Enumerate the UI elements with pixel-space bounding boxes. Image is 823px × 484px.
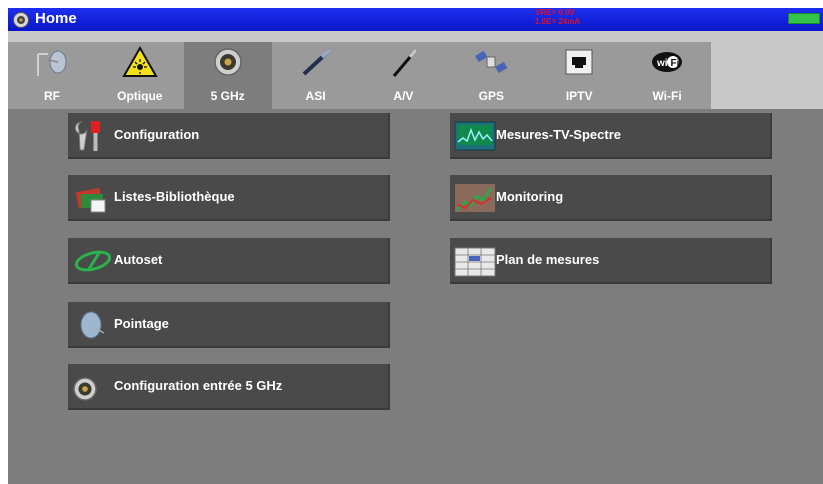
button-label: Listes-Bibliothèque (114, 189, 235, 204)
tab-label: A/V (393, 89, 414, 103)
ethernet-port-icon (565, 49, 593, 75)
autoset-icon (74, 250, 112, 272)
button-label: Plan de mesures (496, 252, 600, 267)
tab-av[interactable]: A/V (360, 42, 448, 109)
listes-bibliotheque-button[interactable]: Listes-Bibliothèque (68, 175, 390, 221)
wifi-logo-icon: wi Fi (652, 52, 683, 72)
tab-5ghz[interactable]: 5 GHz (183, 42, 272, 109)
mesures-tv-spectre-button[interactable]: Mesures-TV-Spectre (450, 113, 772, 159)
plan-de-mesures-button[interactable]: Plan de mesures (450, 238, 772, 284)
tab-label: GPS (478, 89, 504, 103)
status-line-2: 1.0E= 24mA (535, 17, 581, 26)
svg-text:Fi: Fi (671, 58, 680, 69)
svg-text:wi: wi (656, 58, 668, 69)
button-label: Monitoring (496, 189, 564, 204)
button-label: Mesures-TV-Spectre (496, 127, 621, 142)
button-label: Pointage (114, 316, 169, 331)
monitoring-button[interactable]: Monitoring (450, 175, 772, 221)
asi-cable-icon (302, 48, 331, 76)
dish-icon (80, 311, 105, 339)
tab-label: 5 GHz (210, 89, 245, 103)
status-line-1: VRE= 0.0V (535, 8, 575, 17)
configuration-entree-5ghz-button[interactable]: Configuration entrée 5 GHz (68, 364, 390, 410)
status-readout: VRE= 0.0V 1.0E= 24mA (535, 8, 580, 26)
button-label: Autoset (114, 252, 163, 267)
tab-wifi[interactable]: wi Fi Wi-Fi (623, 42, 711, 109)
home-connector-icon[interactable] (12, 11, 30, 28)
tab-label: Wi-Fi (652, 89, 682, 103)
tab-iptv[interactable]: IPTV (535, 42, 623, 109)
monitoring-graph-icon (455, 184, 495, 212)
title-bar: Home VRE= 0.0V 1.0E= 24mA (8, 8, 823, 31)
autoset-button[interactable]: Autoset (68, 238, 390, 284)
tab-label: Optique (117, 89, 163, 103)
battery-icon (788, 13, 820, 24)
tab-label: IPTV (565, 89, 593, 103)
n-connector-icon (214, 48, 242, 76)
button-label: Configuration entrée 5 GHz (114, 378, 283, 393)
tab-rf[interactable]: RF (8, 42, 96, 109)
device-screen: Home VRE= 0.0V 1.0E= 24mA RF Optique 5 G… (8, 8, 823, 484)
n-connector-icon (73, 377, 97, 401)
laser-warning-icon (122, 46, 158, 77)
button-label: Configuration (114, 127, 200, 142)
tab-optique[interactable]: Optique (96, 42, 184, 109)
av-cable-icon (392, 49, 417, 77)
gps-satellite-icon (475, 50, 508, 73)
page-title: Home (35, 10, 77, 27)
tab-asi[interactable]: ASI (272, 42, 360, 109)
configuration-button[interactable]: Configuration (68, 113, 390, 159)
measurement-plan-icon (454, 247, 496, 277)
satellite-antenna-icon (37, 50, 67, 76)
tools-icon (74, 121, 100, 151)
tab-label: RF (43, 89, 60, 103)
tab-label: ASI (305, 89, 326, 103)
pointage-button[interactable]: Pointage (68, 302, 390, 348)
tab-bar: RF Optique 5 GHz ASI A/V GPS IPTV wi Fi … (8, 31, 823, 109)
library-icon (75, 188, 106, 213)
spectrum-icon (454, 121, 496, 151)
tab-gps[interactable]: GPS (447, 42, 535, 109)
